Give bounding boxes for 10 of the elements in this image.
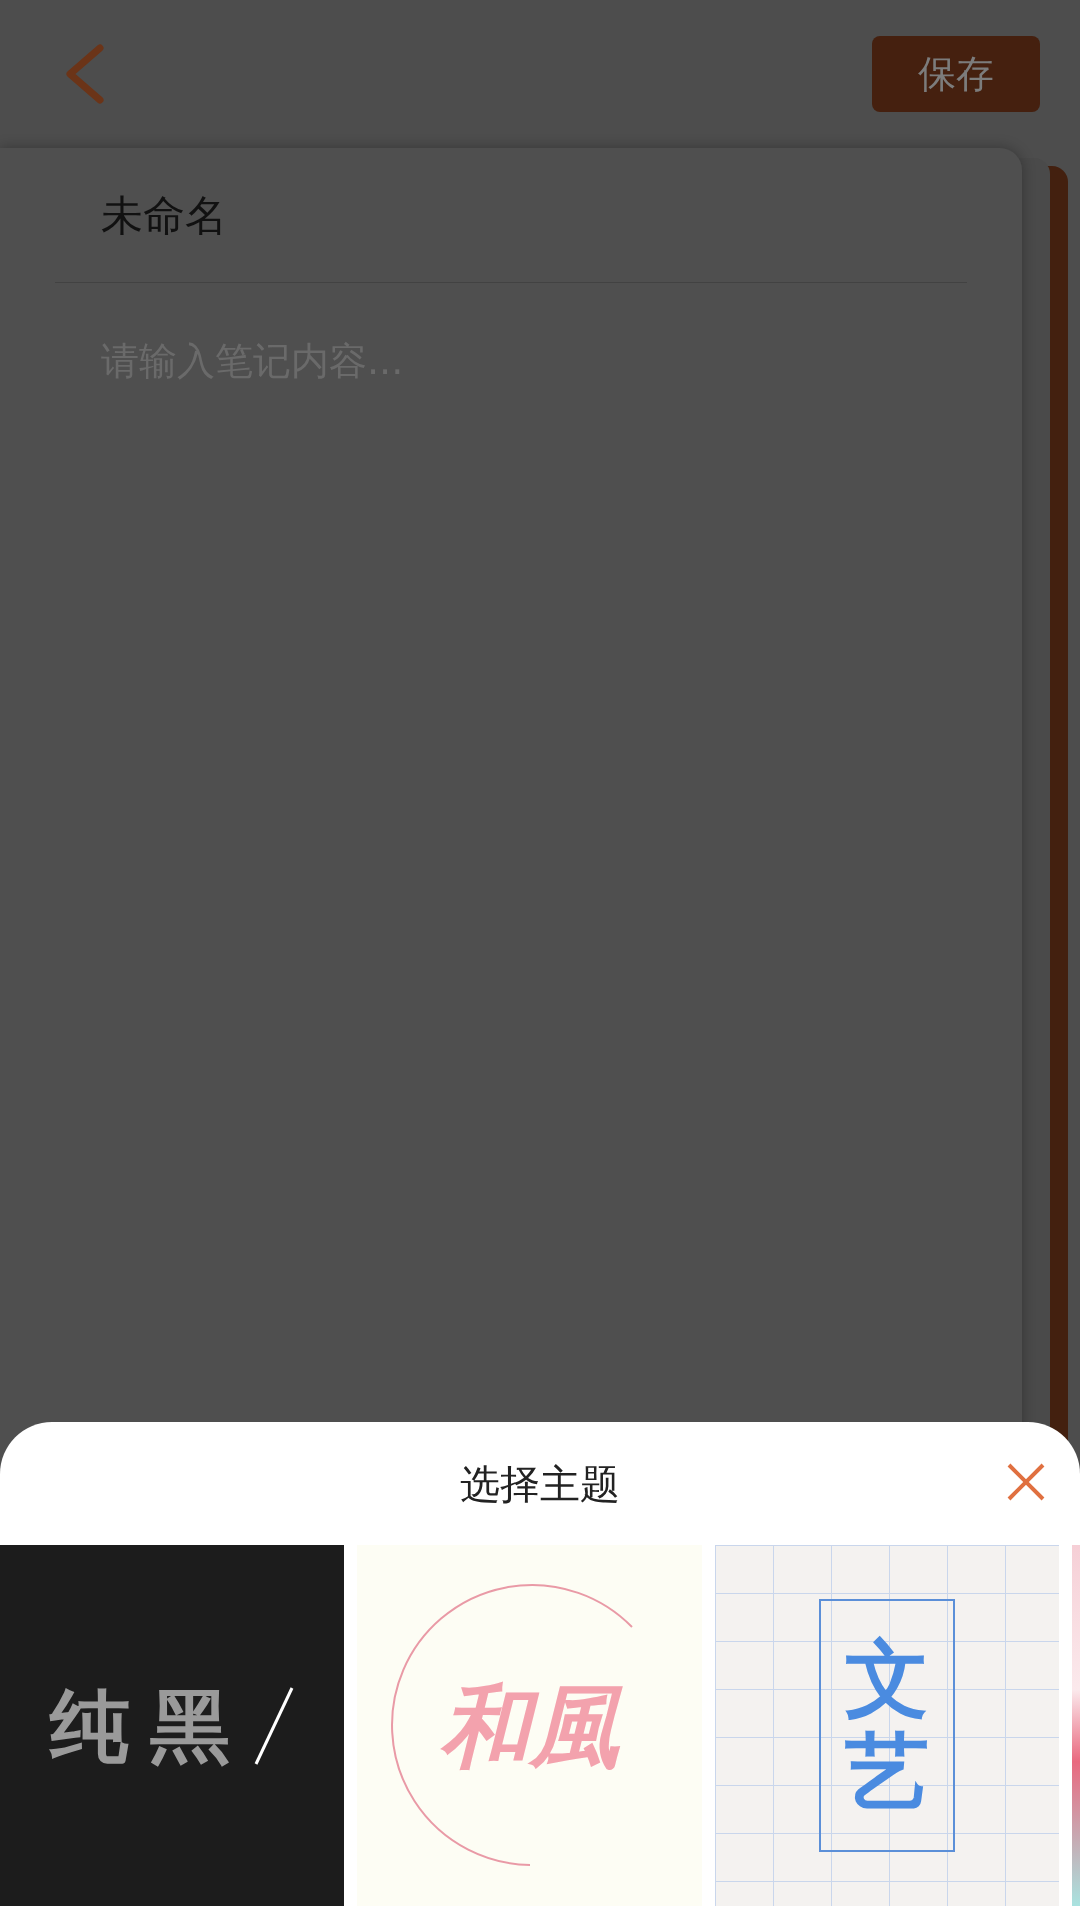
- close-icon[interactable]: [1006, 1462, 1046, 1502]
- theme-thumbnail[interactable]: 文艺: [715, 1545, 1059, 1906]
- slash-icon: [254, 1685, 294, 1766]
- note-title-field[interactable]: 未命名: [55, 148, 967, 283]
- sheet-title: 选择主题: [460, 1459, 620, 1509]
- save-button[interactable]: 保存: [872, 36, 1040, 112]
- theme-thumbnail[interactable]: 纯黑: [0, 1545, 344, 1906]
- theme-thumbnail[interactable]: 和風: [357, 1545, 702, 1906]
- theme-name: 文艺: [845, 1633, 929, 1818]
- theme-name: 纯黑: [50, 1685, 250, 1766]
